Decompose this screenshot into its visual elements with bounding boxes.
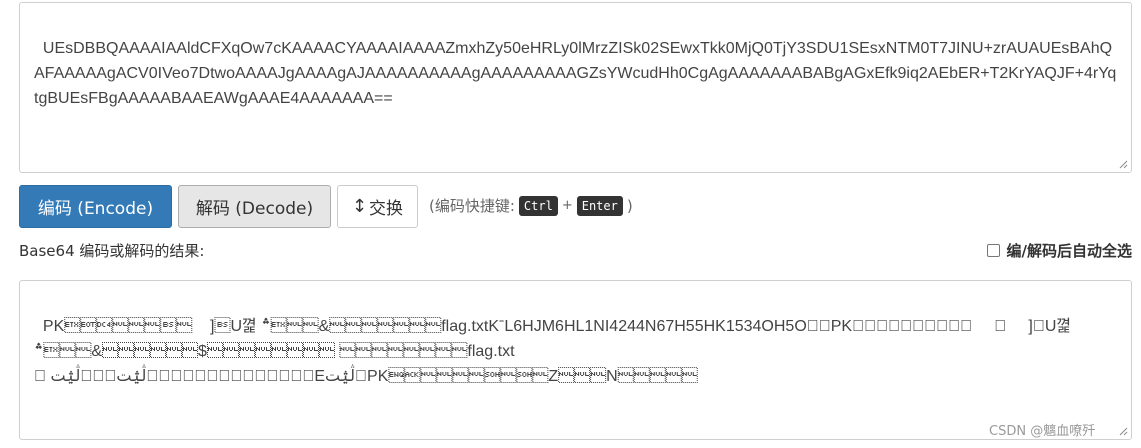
- swap-button[interactable]: ↕ 交换: [337, 185, 418, 228]
- result-label: Base64 编码或解码的结果:: [19, 242, 205, 260]
- shortcut-hint-prefix: (编码快捷键:: [429, 197, 515, 215]
- output-text: PK     ]U꼁 ؞  &       flag.txtKˉL6…: [34, 318, 1072, 385]
- result-output-textarea[interactable]: PK     ]U꼁 ؞  &       flag.txtKˉL6…: [19, 280, 1132, 440]
- input-text: UEsDBBQAAAAIAAldCFXqOw7cKAAAACYAAAAIAAAA…: [34, 40, 1117, 107]
- csdn-watermark: CSDN @魑血嘹歼: [989, 420, 1096, 439]
- swap-arrow-icon: ↕: [351, 196, 368, 217]
- resize-grip-icon[interactable]: [1118, 426, 1128, 436]
- resize-grip-icon[interactable]: [1118, 159, 1128, 169]
- encode-button[interactable]: 编码 (Encode): [19, 185, 172, 228]
- auto-select-toggle[interactable]: 编/解码后自动全选: [986, 240, 1132, 261]
- ctrl-key-badge: Ctrl: [518, 195, 558, 216]
- auto-select-checkbox[interactable]: [986, 244, 1000, 257]
- auto-select-label: 编/解码后自动全选: [1006, 242, 1132, 260]
- decode-button[interactable]: 解码 (Decode): [178, 185, 331, 228]
- shortcut-hint-suffix: ): [626, 196, 633, 215]
- shortcut-hint: (编码快捷键: Ctrl + Enter ): [429, 195, 633, 216]
- shortcut-plus: +: [561, 198, 573, 213]
- enter-key-badge: Enter: [576, 195, 623, 216]
- swap-label: 交换: [369, 199, 404, 219]
- base64-input-textarea[interactable]: UEsDBBQAAAAIAAldCFXqOw7cKAAAACYAAAAIAAAA…: [19, 2, 1132, 173]
